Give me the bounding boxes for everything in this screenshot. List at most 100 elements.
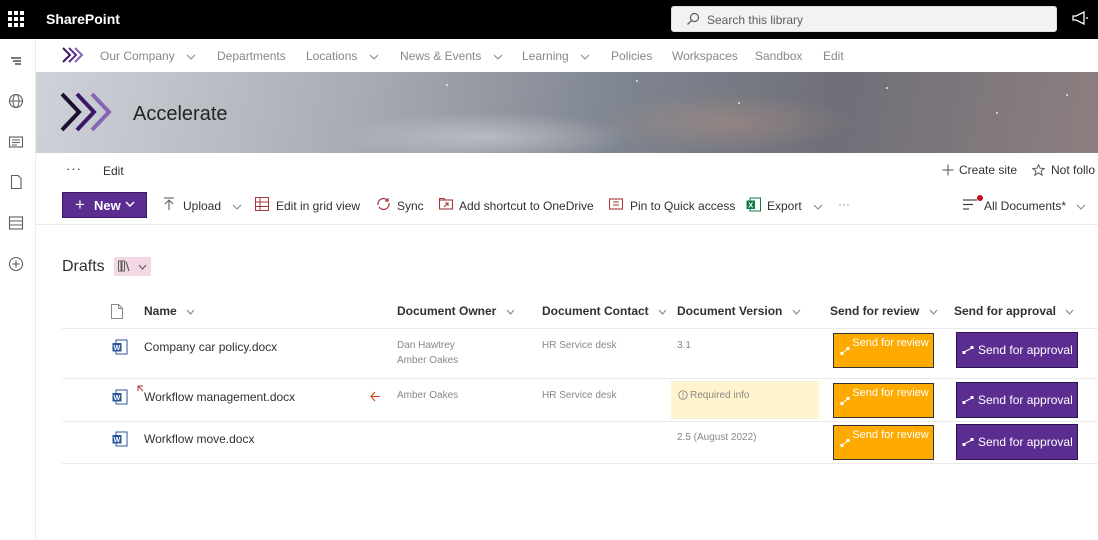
app-brand[interactable]: SharePoint: [46, 11, 120, 27]
file-type-header-icon[interactable]: [111, 304, 123, 319]
site-logo[interactable]: [60, 92, 116, 132]
file-name-link[interactable]: Workflow management.docx: [144, 390, 295, 404]
hub-nav-learning[interactable]: Learning: [522, 49, 590, 63]
required-info-label: Required info: [690, 390, 750, 401]
column-header-send-for-approval[interactable]: Send for approval: [954, 304, 1074, 318]
chevron-down-icon: [506, 309, 515, 315]
search-box[interactable]: [671, 6, 1057, 32]
create-icon[interactable]: [8, 256, 24, 272]
library-title[interactable]: Drafts: [62, 258, 105, 276]
new-button[interactable]: + New: [62, 192, 147, 218]
chevron-down-icon: [580, 54, 590, 60]
edit-grid-view-button[interactable]: Edit in grid view: [276, 199, 360, 213]
send-for-approval-button[interactable]: Send for approval: [956, 424, 1078, 460]
upload-button[interactable]: Upload: [183, 199, 242, 213]
svg-text:W: W: [114, 437, 121, 444]
hub-nav-label: Learning: [522, 49, 569, 63]
add-shortcut-button[interactable]: Add shortcut to OneDrive: [459, 199, 594, 213]
follow-button[interactable]: Not follo: [1031, 163, 1096, 177]
chevron-down-icon: [792, 309, 801, 315]
site-command-row: ··· Edit Create site Not follo: [36, 153, 1098, 187]
hub-nav-label: Our Company: [100, 49, 175, 63]
document-owner: Dan Hawtrey: [397, 340, 455, 351]
column-header-document-version[interactable]: Document Version: [677, 304, 801, 318]
more-commands-button[interactable]: ···: [838, 197, 850, 211]
more-options-button[interactable]: ···: [66, 161, 82, 176]
plus-icon: +: [75, 195, 85, 214]
unsaved-view-badge: [977, 195, 983, 201]
hub-nav-policies[interactable]: Policies: [611, 49, 652, 63]
hub-nav-label: News & Events: [400, 49, 482, 63]
hub-nav-edit[interactable]: Edit: [823, 49, 844, 63]
feedback-megaphone-icon[interactable]: [1072, 11, 1089, 25]
pin-quick-access-button[interactable]: Pin to Quick access: [630, 199, 735, 213]
required-info-cell[interactable]: Required info: [671, 381, 819, 419]
pin-icon: [609, 198, 623, 210]
hub-nav-news-events[interactable]: News & Events: [400, 49, 503, 63]
banner-star: [446, 84, 448, 86]
chevron-down-icon: [369, 54, 379, 60]
library-view-selector[interactable]: [114, 257, 151, 276]
banner-star: [738, 102, 740, 104]
hub-nav-departments[interactable]: Departments: [217, 49, 286, 63]
create-site-button[interactable]: Create site: [942, 163, 1017, 177]
new-label: New: [94, 198, 121, 213]
column-header-label: Send for review: [830, 304, 920, 318]
hub-nav-workspaces[interactable]: Workspaces: [672, 49, 738, 63]
word-document-icon: W: [112, 339, 128, 355]
file-name-link[interactable]: Workflow move.docx: [144, 432, 254, 446]
row-divider: [62, 378, 1098, 379]
document-owner: Amber Oakes: [397, 355, 459, 366]
banner-background: [336, 112, 636, 153]
app-launcher-icon[interactable]: [8, 11, 24, 27]
column-header-label: Document Version: [677, 304, 783, 318]
hub-nav-label: Workspaces: [672, 49, 738, 63]
lists-icon[interactable]: [8, 215, 24, 231]
hub-logo[interactable]: [62, 47, 84, 63]
send-for-review-button[interactable]: Send for review: [833, 333, 934, 368]
banner-star: [996, 112, 998, 114]
send-for-approval-button[interactable]: Send for approval: [956, 382, 1078, 418]
view-switcher[interactable]: All Documents*: [984, 199, 1086, 213]
hub-nav-label: Locations: [306, 49, 358, 63]
send-for-approval-button[interactable]: Send for approval: [956, 332, 1078, 368]
hub-navigation: Our Company Departments Locations News &…: [36, 39, 1098, 72]
hub-nav-label: Edit: [823, 49, 844, 63]
column-header-document-owner[interactable]: Document Owner: [397, 304, 515, 318]
send-for-review-label: Send for review: [852, 429, 929, 441]
column-header-send-for-review[interactable]: Send for review: [830, 304, 938, 318]
news-icon[interactable]: [8, 134, 24, 150]
sync-button[interactable]: Sync: [397, 199, 424, 213]
column-header-document-contact[interactable]: Document Contact: [542, 304, 667, 318]
send-for-review-button[interactable]: Send for review: [833, 383, 934, 418]
collapse-nav-icon[interactable]: [8, 53, 24, 69]
grid-view-icon: [255, 197, 269, 211]
file-name-link[interactable]: Company car policy.docx: [144, 340, 277, 354]
create-site-label: Create site: [959, 163, 1018, 177]
export-button[interactable]: Export: [767, 199, 823, 213]
send-for-approval-label: Send for approval: [978, 435, 1073, 449]
library-command-bar: + New Upload Edit in grid view Sync Add …: [36, 187, 1098, 225]
excel-icon: X: [746, 197, 761, 212]
send-for-review-button[interactable]: Send for review: [833, 425, 934, 460]
svg-text:X: X: [748, 201, 753, 210]
export-label: Export: [767, 199, 802, 213]
star-icon: [1031, 163, 1046, 177]
document-contact: HR Service desk: [542, 390, 617, 401]
row-divider: [62, 463, 1098, 464]
hub-nav-sandbox[interactable]: Sandbox: [755, 49, 802, 63]
new-item-indicator-icon: [137, 385, 144, 392]
follow-label: Not follo: [1051, 163, 1096, 177]
share-icon[interactable]: [370, 391, 381, 402]
column-header-name[interactable]: Name: [144, 304, 195, 318]
hub-nav-label: Policies: [611, 49, 653, 63]
globe-icon[interactable]: [8, 93, 24, 109]
edit-page-link[interactable]: Edit: [103, 164, 124, 178]
hub-nav-our-company[interactable]: Our Company: [100, 49, 196, 63]
chevron-down-icon: [138, 264, 147, 270]
hub-nav-locations[interactable]: Locations: [306, 49, 379, 63]
site-title[interactable]: Accelerate: [133, 103, 228, 126]
search-input[interactable]: [707, 11, 1037, 29]
column-header-label: Document Owner: [397, 304, 497, 318]
document-icon[interactable]: [8, 174, 24, 190]
